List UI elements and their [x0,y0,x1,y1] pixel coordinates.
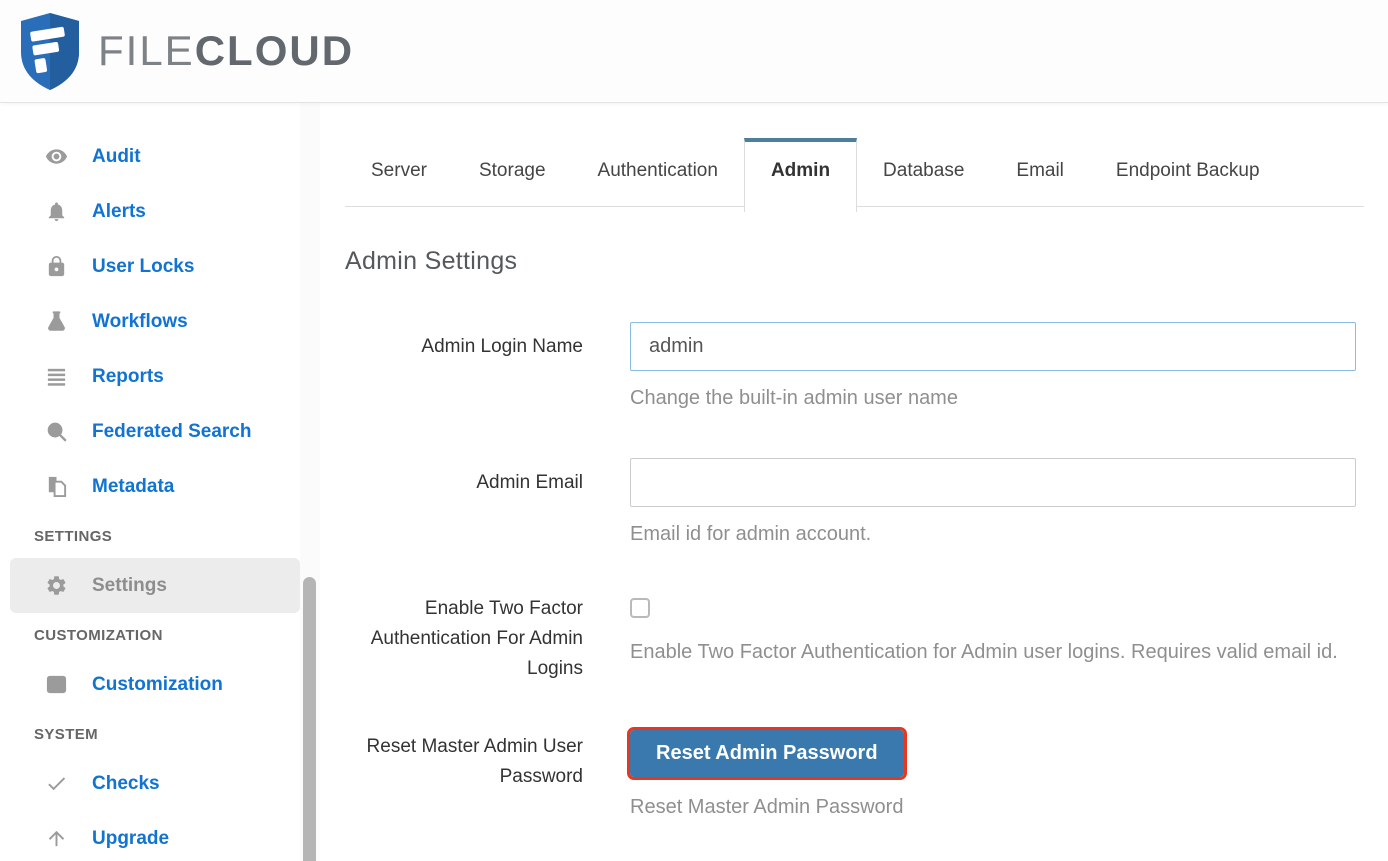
two-factor-row: Enable Two Factor Authentication For Adm… [345,594,1364,684]
sidebar-item-label: Checks [92,772,160,794]
two-factor-label: Enable Two Factor Authentication For Adm… [370,598,583,679]
sidebar-item-label: Reports [92,365,164,387]
sidebar-item-workflows[interactable]: Workflows [0,294,300,349]
admin-email-row: Admin Email Email id for admin account. [345,458,1364,548]
sidebar-item-settings[interactable]: Settings [10,558,300,613]
two-factor-help: Enable Two Factor Authentication for Adm… [630,641,1338,663]
reset-password-help: Reset Master Admin Password [630,796,904,818]
reset-admin-password-button[interactable]: Reset Admin Password [627,727,907,780]
tab-server[interactable]: Server [345,160,453,206]
sidebar-scrollbar-thumb[interactable] [303,577,316,861]
brand-text-bold: CLOUD [194,27,355,74]
admin-login-name-label: Admin Login Name [421,336,583,357]
sidebar-item-user-locks[interactable]: User Locks [0,239,300,294]
admin-login-name-help: Change the built-in admin user name [630,387,958,409]
sidebar-item-label: Metadata [92,475,175,497]
image-icon [44,673,68,697]
sidebar-item-label: Alerts [92,200,146,222]
tab-authentication[interactable]: Authentication [572,160,744,206]
admin-email-help: Email id for admin account. [630,523,872,545]
sidebar-item-label: Audit [92,145,141,167]
sidebar-item-customization[interactable]: Customization [0,657,300,712]
flask-icon [44,310,68,334]
app-header: FILE CLOUD [0,0,1388,103]
filecloud-logo-icon [21,13,79,90]
admin-settings-form: Admin Login Name Change the built-in adm… [345,322,1364,821]
tab-endpoint-backup[interactable]: Endpoint Backup [1090,160,1286,206]
brand-wordmark: FILE CLOUD [98,27,354,75]
arrow-up-icon [44,827,68,851]
tab-admin[interactable]: Admin [743,138,858,212]
magnifier-icon [44,420,68,444]
admin-login-name-row: Admin Login Name Change the built-in adm… [345,322,1364,412]
sidebar-item-label: Workflows [92,310,188,332]
tab-email[interactable]: Email [990,160,1090,206]
sidebar-item-label: Upgrade [92,827,170,849]
brand-text-light: FILE [98,27,195,74]
settings-tabs: Server Storage Authentication Admin Data… [345,138,1364,212]
page-title: Admin Settings [345,247,518,275]
sidebar-item-metadata[interactable]: Metadata [0,459,300,514]
sidebar-item-reports[interactable]: Reports [0,349,300,404]
admin-email-input[interactable] [630,458,1356,507]
sidebar-item-label: User Locks [92,255,195,277]
lock-icon [44,255,68,279]
tab-storage[interactable]: Storage [453,160,572,206]
sidebar-item-label: Customization [92,673,223,695]
sidebar-item-federated-search[interactable]: Federated Search [0,404,300,459]
pages-icon [44,475,68,499]
bell-icon [44,200,68,224]
sidebar-item-label: Settings [92,574,167,596]
sidebar-item-audit[interactable]: Audit [0,129,300,184]
sidebar-item-label: Federated Search [92,420,252,442]
admin-login-name-input[interactable] [630,322,1356,371]
tab-database[interactable]: Database [857,160,990,206]
sidebar-section-customization: CUSTOMIZATION [34,626,163,644]
sidebar-section-settings: SETTINGS [34,527,113,545]
sidebar: Audit Alerts User Locks Workflows Report [0,103,300,861]
sidebar-item-checks[interactable]: Checks [0,756,300,811]
eye-icon [44,145,68,169]
main-content: Server Storage Authentication Admin Data… [320,103,1388,861]
sidebar-item-upgrade[interactable]: Upgrade [0,811,300,861]
reset-password-row: Reset Master Admin User Password Reset A… [345,727,1364,821]
two-factor-checkbox[interactable] [630,598,650,618]
gear-icon [44,574,68,598]
admin-email-label: Admin Email [476,472,583,493]
sidebar-scrollbar-track[interactable] [300,103,320,861]
reset-password-label: Reset Master Admin User Password [366,736,583,787]
sidebar-section-system: SYSTEM [34,725,99,743]
checkmark-icon [44,772,68,796]
sidebar-item-alerts[interactable]: Alerts [0,184,300,239]
list-icon [44,365,68,389]
